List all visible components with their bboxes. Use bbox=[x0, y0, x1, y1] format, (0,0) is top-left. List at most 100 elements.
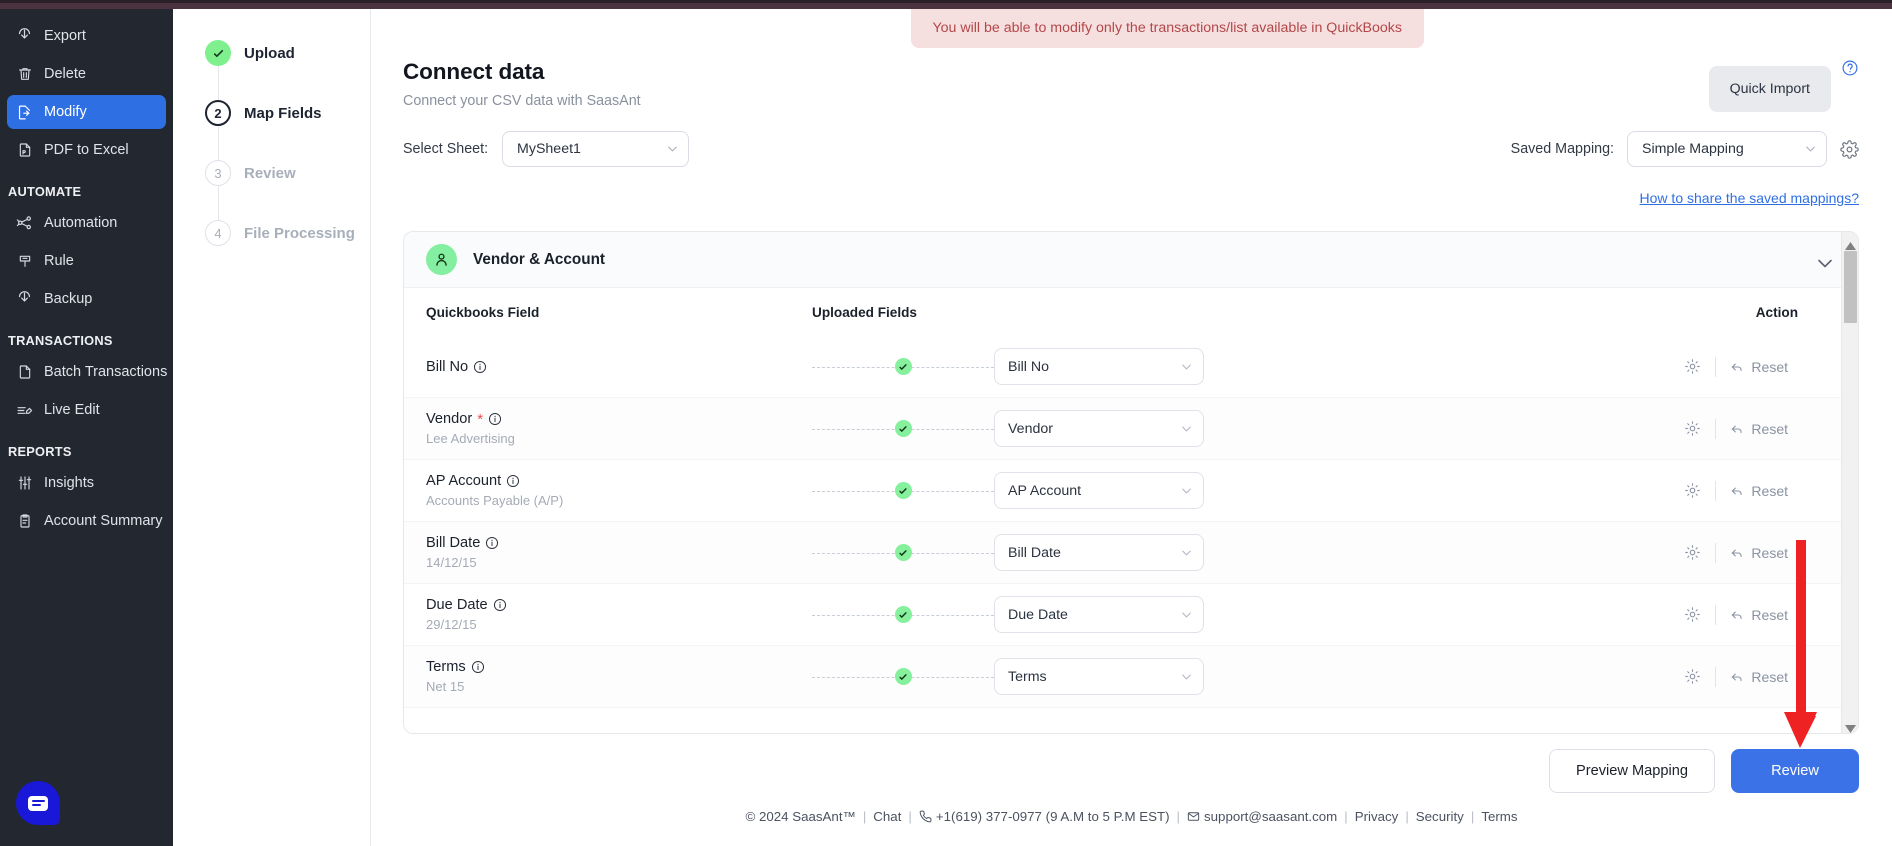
chat-bubble-icon[interactable] bbox=[16, 781, 60, 825]
uploaded-field-dropdown[interactable]: Vendor bbox=[994, 410, 1204, 447]
quickbooks-field-name: Bill No bbox=[426, 358, 469, 375]
review-button[interactable]: Review bbox=[1731, 749, 1859, 793]
table-row: Due Date 29/12/15 Due Date Reset bbox=[404, 584, 1858, 646]
row-settings-gear-icon[interactable] bbox=[1670, 420, 1715, 437]
step-review[interactable]: 3 Review bbox=[173, 143, 370, 233]
row-settings-gear-icon[interactable] bbox=[1670, 544, 1715, 561]
sidebar-item-insights[interactable]: Insights bbox=[7, 466, 166, 500]
info-icon[interactable] bbox=[506, 474, 520, 488]
undo-arrow-icon bbox=[1732, 487, 1743, 495]
select-sheet-value[interactable]: MySheet1 bbox=[502, 131, 690, 167]
uploaded-field-dropdown[interactable]: Due Date bbox=[994, 596, 1204, 633]
saved-mapping-dropdown[interactable]: Simple Mapping bbox=[1627, 131, 1827, 167]
table-row: AP Account Accounts Payable (A/P) AP Acc… bbox=[404, 460, 1858, 522]
sidebar-item-batch-transactions[interactable]: Batch Transactions bbox=[7, 355, 168, 389]
chevron-down-icon bbox=[1182, 674, 1191, 680]
undo-arrow-icon bbox=[1732, 363, 1743, 371]
uploaded-field-cell: Bill Date bbox=[994, 534, 1204, 571]
uploaded-field-dropdown[interactable]: Bill Date bbox=[994, 534, 1204, 571]
uploaded-field-value: Due Date bbox=[1008, 606, 1068, 623]
quick-import-button[interactable]: Quick Import bbox=[1708, 66, 1831, 112]
info-icon[interactable] bbox=[471, 660, 485, 674]
step-upload[interactable]: Upload bbox=[173, 23, 370, 113]
chat-bubble-glyph bbox=[28, 795, 48, 811]
select-sheet-dropdown[interactable]: MySheet1 bbox=[502, 131, 690, 167]
reset-button[interactable]: Reset bbox=[1716, 669, 1798, 685]
reset-button[interactable]: Reset bbox=[1716, 421, 1798, 437]
saved-mapping-label: Saved Mapping: bbox=[1510, 141, 1614, 157]
table-row: Terms Net 15 Terms Reset bbox=[404, 646, 1858, 708]
footer-copyright: © 2024 SaasAnt™ bbox=[745, 809, 856, 824]
scroll-down-arrow-icon[interactable] bbox=[1845, 720, 1856, 733]
mapping-status-connector bbox=[812, 482, 994, 499]
footer-privacy-link[interactable]: Privacy bbox=[1355, 809, 1399, 824]
row-settings-gear-icon[interactable] bbox=[1670, 606, 1715, 623]
uploaded-field-cell: Due Date bbox=[994, 596, 1204, 633]
uploaded-field-value: Vendor bbox=[1008, 420, 1053, 437]
sidebar-item-label: Export bbox=[44, 28, 86, 44]
sidebar-item-modify[interactable]: Modify bbox=[7, 95, 166, 129]
row-actions: Reset bbox=[1670, 542, 1798, 563]
step-label: Upload bbox=[244, 44, 295, 62]
sidebar-item-account-summary[interactable]: Account Summary bbox=[7, 504, 166, 538]
select-sheet-label: Select Sheet: bbox=[403, 141, 489, 157]
quickbooks-field-cell: Vendor * Lee Advertising bbox=[426, 411, 812, 446]
quickbooks-field-sample: Lee Advertising bbox=[426, 431, 515, 446]
scroll-up-arrow-icon[interactable] bbox=[1845, 237, 1856, 250]
share-saved-mappings-link[interactable]: How to share the saved mappings? bbox=[1640, 190, 1859, 206]
step-indicator: 3 bbox=[205, 160, 231, 186]
chevron-down-icon bbox=[1182, 364, 1191, 370]
sidebar-item-export[interactable]: Export bbox=[7, 19, 166, 53]
sidebar-item-label: Live Edit bbox=[44, 402, 100, 418]
export-icon bbox=[16, 27, 33, 45]
reset-button[interactable]: Reset bbox=[1716, 607, 1798, 623]
uploaded-field-dropdown[interactable]: Bill No bbox=[994, 348, 1204, 385]
sidebar-item-label: Batch Transactions bbox=[44, 364, 168, 380]
step-file-processing[interactable]: 4 File Processing bbox=[173, 203, 370, 263]
uploaded-field-cell: Vendor bbox=[994, 410, 1204, 447]
info-icon[interactable] bbox=[488, 412, 502, 426]
sidebar-item-pdf-to-excel[interactable]: PDF to Excel bbox=[7, 133, 166, 167]
sidebar-item-delete[interactable]: Delete bbox=[7, 57, 166, 91]
mapping-section-title: Vendor & Account bbox=[473, 250, 606, 268]
info-icon[interactable] bbox=[485, 536, 499, 550]
sidebar-item-backup[interactable]: Backup bbox=[7, 282, 166, 316]
chevron-down-icon[interactable] bbox=[1818, 255, 1832, 267]
quickbooks-field-cell: Due Date 29/12/15 bbox=[426, 597, 812, 632]
row-settings-gear-icon[interactable] bbox=[1670, 482, 1715, 499]
footer-terms-link[interactable]: Terms bbox=[1481, 809, 1517, 824]
help-circle-icon[interactable] bbox=[1841, 59, 1859, 77]
select-sheet-group: Select Sheet: MySheet1 bbox=[403, 131, 690, 167]
footer-chat-link[interactable]: Chat bbox=[873, 809, 901, 824]
quickbooks-field-name: Bill Date bbox=[426, 535, 481, 551]
reset-button[interactable]: Reset bbox=[1716, 359, 1798, 375]
info-icon[interactable] bbox=[493, 598, 507, 612]
quickbooks-field-cell: Terms Net 15 bbox=[426, 659, 812, 694]
step-map-fields[interactable]: 2 Map Fields bbox=[173, 83, 370, 173]
page-header: Connect data Connect your CSV data with … bbox=[403, 59, 641, 109]
uploaded-field-value: Bill No bbox=[1008, 358, 1049, 375]
row-settings-gear-icon[interactable] bbox=[1670, 358, 1715, 375]
row-settings-gear-icon[interactable] bbox=[1670, 668, 1715, 685]
undo-arrow-icon bbox=[1732, 611, 1743, 619]
sidebar-item-live-edit[interactable]: Live Edit bbox=[7, 393, 166, 427]
chevron-down-icon bbox=[1182, 488, 1191, 494]
mapping-section-header[interactable]: Vendor & Account bbox=[404, 232, 1858, 288]
sidebar-item-rule[interactable]: Rule bbox=[7, 244, 166, 278]
footer-security-link[interactable]: Security bbox=[1416, 809, 1464, 824]
scrollbar-thumb[interactable] bbox=[1844, 251, 1857, 323]
sidebar-item-automation[interactable]: Automation bbox=[7, 206, 166, 240]
reset-button[interactable]: Reset bbox=[1716, 545, 1798, 561]
info-icon[interactable] bbox=[473, 360, 487, 374]
mapping-settings-gear-icon[interactable] bbox=[1840, 139, 1859, 159]
step-indicator: 4 bbox=[205, 220, 231, 246]
saved-mapping-value[interactable]: Simple Mapping bbox=[1627, 131, 1827, 167]
uploaded-field-dropdown[interactable]: Terms bbox=[994, 658, 1204, 695]
uploaded-field-dropdown[interactable]: AP Account bbox=[994, 472, 1204, 509]
mapping-scrollbar[interactable] bbox=[1841, 232, 1858, 733]
footer-separator: | bbox=[908, 809, 912, 824]
mail-icon bbox=[1187, 810, 1200, 823]
reset-button[interactable]: Reset bbox=[1716, 483, 1798, 499]
preview-mapping-button[interactable]: Preview Mapping bbox=[1549, 749, 1715, 793]
footer-email[interactable]: support@saasant.com bbox=[1204, 809, 1337, 824]
